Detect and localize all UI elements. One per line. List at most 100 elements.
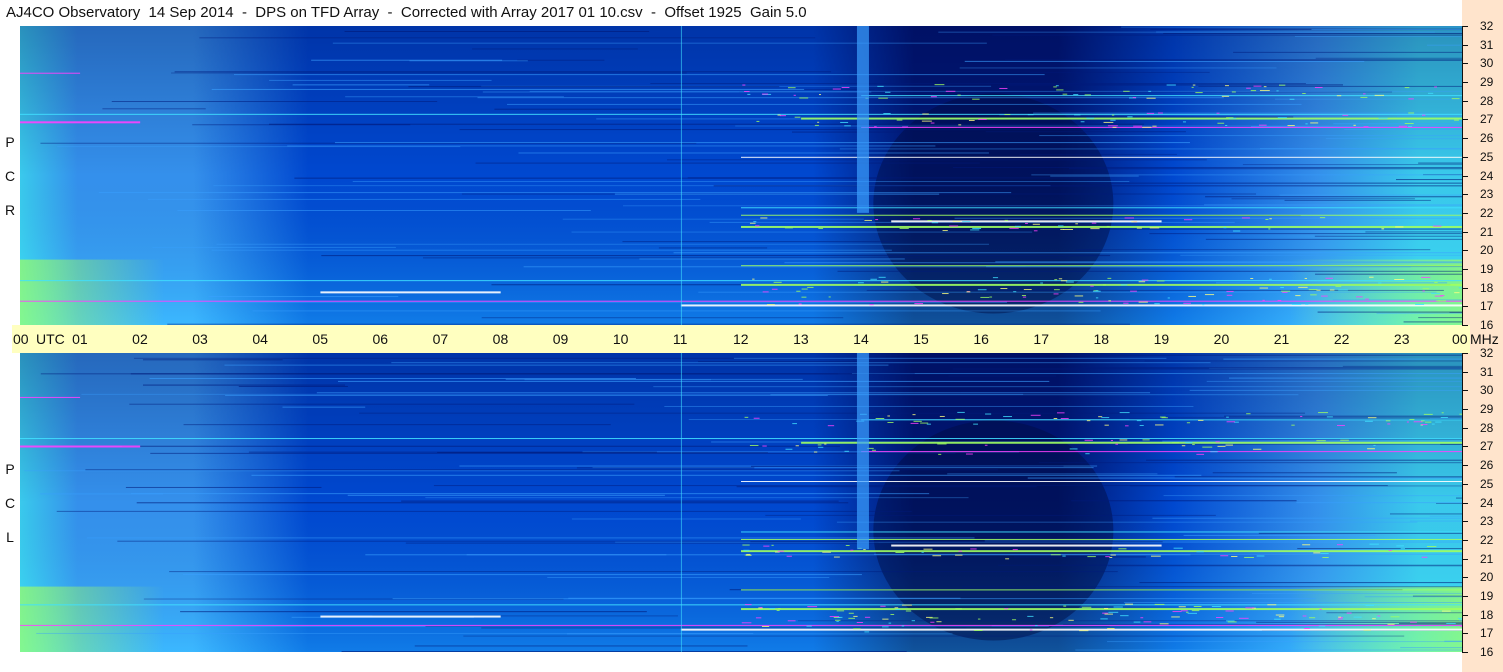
- lcp-heatmap: [20, 353, 1462, 652]
- polarization-letter: P: [5, 134, 15, 150]
- speckle: [1003, 416, 1013, 418]
- speckle: [932, 555, 942, 557]
- speckle: [1173, 547, 1183, 549]
- frequency-tick-label: 24: [1480, 496, 1494, 510]
- speckle: [957, 411, 965, 413]
- speckle: [1226, 117, 1234, 119]
- speckle: [1074, 114, 1081, 116]
- speckle: [763, 545, 770, 547]
- texture-line: [1418, 317, 1462, 319]
- speckle: [1319, 217, 1326, 219]
- texture-line: [125, 486, 322, 488]
- speckle: [1408, 98, 1414, 100]
- texture-line: [562, 218, 864, 220]
- speckle: [1115, 443, 1119, 445]
- texture-line: [316, 392, 1151, 394]
- speckle: [1132, 97, 1137, 99]
- interference-band: [20, 113, 1462, 115]
- speckle: [1060, 418, 1069, 420]
- speckle: [806, 625, 812, 627]
- texture-line: [1242, 164, 1462, 166]
- speckle: [958, 550, 962, 552]
- speckle: [968, 119, 975, 121]
- speckle: [1291, 303, 1302, 305]
- texture-line: [1403, 321, 1462, 323]
- frequency-tick-label: 21: [1480, 225, 1494, 239]
- speckle: [1103, 121, 1114, 123]
- frequency-tick-label: 27: [1480, 112, 1494, 126]
- speckle: [1191, 86, 1194, 88]
- texture-line: [282, 406, 366, 408]
- speckle: [807, 286, 814, 288]
- texture-line: [1294, 35, 1462, 37]
- texture-line: [1084, 354, 1462, 356]
- chart-title: AJ4CO Observatory 14 Sep 2014 - DPS on T…: [0, 0, 1462, 26]
- texture-line: [698, 291, 1437, 293]
- texture-line: [1041, 228, 1462, 230]
- speckle: [1100, 618, 1108, 620]
- utc-unit-label: UTC: [36, 331, 65, 347]
- speckle: [1154, 603, 1165, 605]
- texture-line: [998, 564, 1462, 566]
- frequency-tick-label: 20: [1480, 243, 1494, 257]
- texture-line: [391, 362, 1211, 364]
- texture-line: [252, 310, 1101, 312]
- speckle: [934, 84, 945, 86]
- texture-line: [121, 445, 841, 447]
- speckle: [869, 304, 874, 306]
- speckle: [1090, 228, 1100, 230]
- texture-line: [1205, 238, 1462, 240]
- speckle: [1336, 424, 1345, 426]
- speckle: [785, 448, 793, 450]
- speckle: [1415, 303, 1425, 305]
- speckle: [888, 622, 892, 624]
- vertical-artifact-14h: [856, 353, 869, 550]
- speckle: [1060, 280, 1068, 282]
- texture-line: [1317, 311, 1462, 313]
- texture-line: [571, 231, 1033, 233]
- texture-line: [1129, 485, 1462, 487]
- texture-line: [623, 205, 1462, 207]
- speckle: [1118, 548, 1127, 550]
- texture-line: [1311, 28, 1462, 30]
- interference-band: [741, 531, 1462, 533]
- speckle: [1446, 622, 1456, 624]
- speckle: [1055, 85, 1059, 87]
- interference-band: [741, 156, 1462, 158]
- utc-tick-label: 06: [372, 331, 389, 347]
- speckle: [1154, 303, 1160, 305]
- speckle: [1377, 615, 1381, 617]
- speckle: [834, 619, 841, 621]
- speckle: [848, 617, 856, 619]
- texture-line: [1429, 515, 1462, 517]
- speckle: [870, 278, 877, 280]
- speckle: [1149, 227, 1160, 229]
- speckle: [836, 610, 845, 612]
- texture-line: [1075, 249, 1431, 251]
- texture-line: [182, 574, 862, 576]
- speckle: [1226, 620, 1235, 622]
- speckle: [1113, 606, 1123, 608]
- speckle: [1004, 608, 1009, 610]
- speckle: [923, 548, 933, 550]
- interference-band: [741, 538, 1462, 540]
- speckle: [1183, 302, 1191, 304]
- speckle: [1385, 420, 1391, 422]
- speckle: [1123, 302, 1129, 304]
- interference-band: [741, 283, 1462, 286]
- speckle: [1079, 630, 1089, 632]
- texture-line: [142, 384, 346, 386]
- polarization-letter: C: [4, 168, 16, 184]
- speckle: [1188, 295, 1197, 297]
- texture-line: [1418, 162, 1462, 164]
- speckle: [999, 87, 1008, 89]
- speckle: [922, 113, 929, 115]
- speckle: [1186, 611, 1189, 613]
- speckle: [984, 444, 988, 446]
- texture-line: [1389, 513, 1462, 515]
- speckle: [1302, 615, 1307, 617]
- texture-line: [1279, 194, 1462, 196]
- frequency-tick: [1462, 652, 1468, 653]
- texture-line: [1315, 273, 1462, 275]
- speckle: [1069, 448, 1078, 450]
